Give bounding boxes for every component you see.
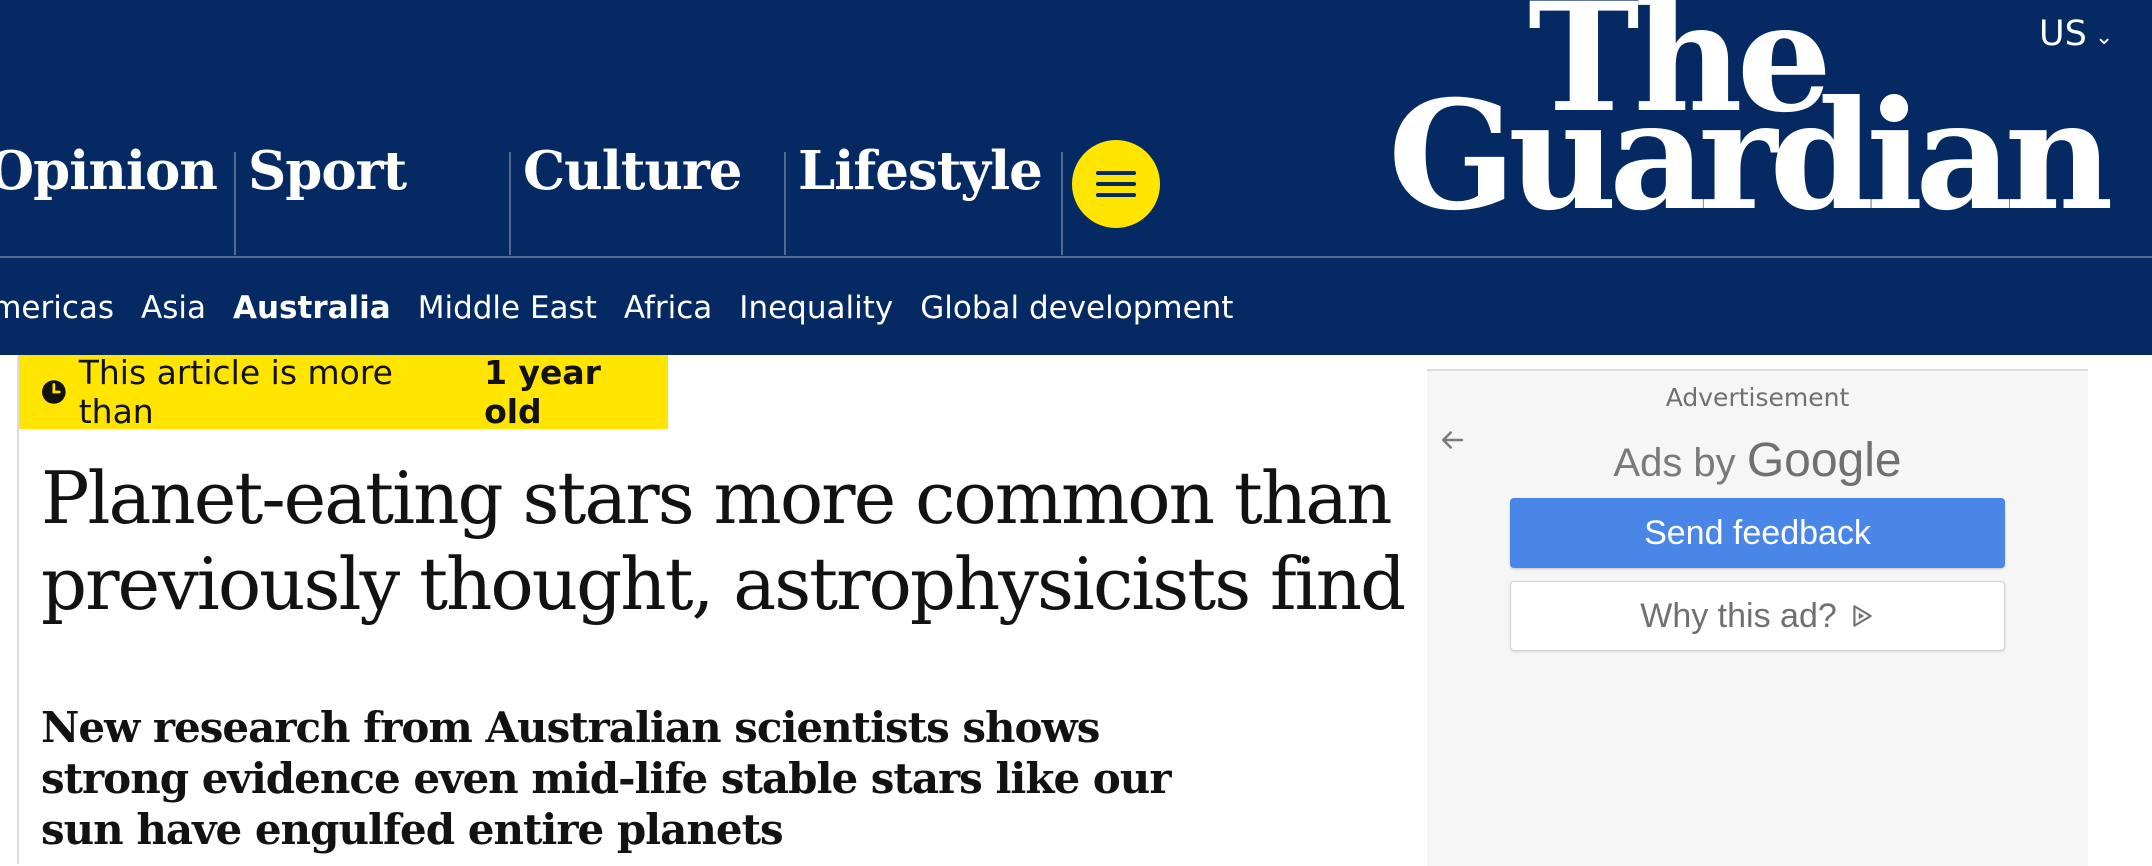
subnav-middle-east[interactable]: Middle East	[418, 290, 597, 326]
pillar-divider	[784, 152, 786, 255]
site-header: US ⌄ The Guardian Opinion Sport Culture …	[0, 0, 2152, 355]
menu-icon	[1096, 171, 1136, 197]
why-this-ad-button[interactable]: Why this ad?	[1510, 581, 2005, 651]
age-value: 1 year old	[484, 353, 601, 431]
pillar-divider	[1061, 152, 1063, 255]
pillar-sport[interactable]: Sport	[234, 140, 407, 255]
send-feedback-button[interactable]: Send feedback	[1510, 498, 2005, 568]
pillar-divider	[509, 152, 511, 255]
pillar-label: Culture	[523, 140, 743, 202]
pillar-opinion[interactable]: Opinion	[0, 140, 218, 255]
menu-button[interactable]	[1061, 140, 1160, 255]
pillar-lifestyle[interactable]: Lifestyle	[784, 140, 1043, 255]
sub-nav: Americas Asia Australia Middle East Afri…	[0, 290, 1233, 326]
why-this-ad-label: Why this ad?	[1640, 596, 1837, 635]
adchoices-icon	[1853, 605, 1872, 627]
guardian-logo[interactable]: The Guardian	[1388, 0, 2113, 244]
subnav-inequality[interactable]: Inequality	[739, 290, 893, 326]
pillar-label: Lifestyle	[798, 140, 1043, 202]
age-prefix: This article is more than	[78, 353, 393, 431]
ads-by-text: Ads by	[1613, 441, 1736, 485]
subnav-australia[interactable]: Australia	[233, 290, 391, 326]
pillar-divider	[234, 152, 236, 255]
header-divider	[0, 256, 2152, 258]
article-age-badge: This article is more than 1 year old	[19, 353, 668, 431]
pillar-label: Sport	[248, 140, 407, 202]
subnav-americas[interactable]: Americas	[0, 290, 114, 326]
advertisement-label: Advertisement	[1665, 383, 1850, 412]
pillar-culture[interactable]: Culture	[509, 140, 743, 255]
logo-line-2: Guardian	[1388, 68, 2113, 244]
article-standfirst: New research from Australian scientists …	[41, 703, 1171, 854]
google-wordmark: Google	[1746, 434, 1902, 487]
advertisement-slot: Advertisement Ads by Google Send feedbac…	[1427, 369, 2088, 866]
pillar-label: Opinion	[0, 140, 218, 202]
send-feedback-label: Send feedback	[1644, 513, 1871, 552]
article-headline: Planet-eating stars more common than pre…	[41, 456, 1406, 626]
content-border	[17, 355, 19, 864]
ads-by-google: Ads by Google	[1427, 433, 2088, 488]
subnav-global-development[interactable]: Global development	[920, 290, 1233, 326]
clock-icon	[42, 380, 66, 404]
subnav-africa[interactable]: Africa	[624, 290, 712, 326]
subnav-asia[interactable]: Asia	[141, 290, 206, 326]
